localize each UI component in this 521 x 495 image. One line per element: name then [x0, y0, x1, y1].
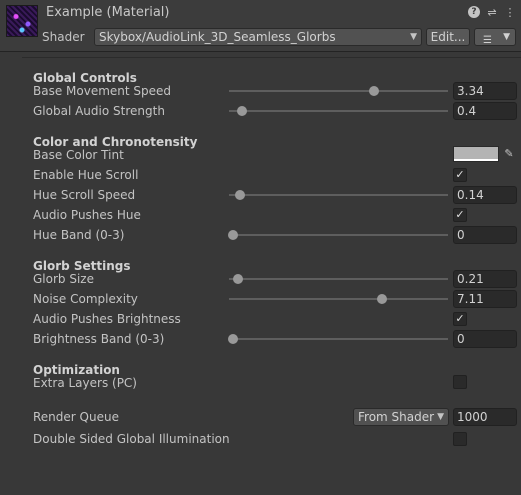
material-header: Example (Material) ? ⇌ ⋮ Shader Skybox/A… — [0, 0, 521, 52]
checkbox-double-sided-gi[interactable] — [453, 432, 467, 446]
shader-dropdown[interactable]: Skybox/AudioLink_3D_Seamless_Glorbs ▼ — [94, 28, 422, 46]
label-hue-band: Hue Band (0-3) — [33, 228, 125, 242]
label-base-movement-speed: Base Movement Speed — [33, 84, 172, 98]
checkbox-extra-layers[interactable] — [453, 375, 467, 389]
slider-thumb[interactable] — [228, 334, 239, 344]
render-queue-dropdown[interactable]: From Shader ▼ — [353, 408, 449, 426]
label-hue-scroll-speed: Hue Scroll Speed — [33, 188, 136, 202]
slider-thumb[interactable] — [237, 106, 248, 116]
label-enable-hue-scroll: Enable Hue Scroll — [33, 168, 139, 182]
checkbox-enable-hue-scroll[interactable]: ✓ — [453, 168, 467, 182]
slider-global-audio-strength[interactable] — [229, 106, 448, 116]
label-extra-layers: Extra Layers (PC) — [33, 376, 137, 390]
slider-thumb[interactable] — [368, 86, 379, 96]
label-base-color-tint: Base Color Tint — [33, 148, 124, 162]
label-brightness-band: Brightness Band (0-3) — [33, 332, 165, 346]
slider-thumb[interactable] — [228, 230, 239, 240]
menu-lines-icon: ☰ — [483, 35, 492, 46]
more-vertical-icon[interactable]: ⋮ — [503, 5, 517, 19]
material-preview-thumbnail — [6, 5, 38, 37]
preset-sliders-icon[interactable]: ⇌ — [485, 5, 499, 19]
label-global-audio-strength: Global Audio Strength — [33, 104, 165, 118]
field-hue-band[interactable]: 0 — [453, 226, 517, 244]
render-queue-mode: From Shader — [358, 410, 435, 424]
slider-glorb-size[interactable] — [229, 274, 448, 284]
shader-dropdown-value: Skybox/AudioLink_3D_Seamless_Glorbs — [99, 30, 336, 44]
header-icons: ? ⇌ ⋮ — [467, 5, 517, 19]
chevron-down-icon: ▼ — [503, 32, 510, 42]
divider — [22, 57, 521, 58]
chevron-down-icon: ▼ — [410, 32, 417, 42]
slider-noise-complexity[interactable] — [229, 294, 448, 304]
checkbox-audio-pushes-hue[interactable]: ✓ — [453, 208, 467, 222]
chevron-down-icon: ▼ — [437, 412, 444, 422]
color-swatch-base-tint[interactable] — [453, 146, 499, 162]
slider-brightness-band[interactable] — [228, 334, 448, 344]
section-title-global-controls: Global Controls — [33, 71, 137, 85]
label-glorb-size: Glorb Size — [33, 272, 94, 286]
checkbox-audio-pushes-brightness[interactable]: ✓ — [453, 312, 467, 326]
label-audio-pushes-hue: Audio Pushes Hue — [33, 208, 141, 222]
slider-hue-band[interactable] — [228, 230, 448, 240]
field-global-audio-strength[interactable]: 0.4 — [453, 102, 517, 120]
label-audio-pushes-brightness: Audio Pushes Brightness — [33, 312, 181, 326]
field-brightness-band[interactable]: 0 — [453, 330, 517, 348]
section-title-optimization: Optimization — [33, 363, 120, 377]
label-render-queue: Render Queue — [33, 410, 119, 424]
slider-thumb[interactable] — [232, 274, 243, 284]
field-base-movement-speed[interactable]: 3.34 — [453, 82, 517, 100]
section-title-color: Color and Chronotensity — [33, 135, 198, 149]
eyedropper-icon[interactable]: ✎ — [502, 147, 516, 161]
field-render-queue[interactable]: 1000 — [453, 408, 517, 426]
field-glorb-size[interactable]: 0.21 — [453, 270, 517, 288]
alpha-bar — [454, 159, 498, 161]
field-noise-complexity[interactable]: 7.11 — [453, 290, 517, 308]
section-title-glorb: Glorb Settings — [33, 259, 131, 273]
shader-menu-button[interactable]: ☰ ▼ — [474, 28, 516, 46]
edit-shader-button[interactable]: Edit... — [426, 28, 470, 46]
slider-hue-scroll-speed[interactable] — [229, 190, 448, 200]
material-title: Example (Material) — [46, 5, 170, 20]
label-double-sided-gi: Double Sided Global Illumination — [33, 432, 230, 446]
shader-label: Shader — [42, 30, 85, 44]
field-hue-scroll-speed[interactable]: 0.14 — [453, 186, 517, 204]
help-icon[interactable]: ? — [467, 5, 481, 19]
slider-thumb[interactable] — [377, 294, 388, 304]
slider-thumb[interactable] — [234, 190, 245, 200]
label-noise-complexity: Noise Complexity — [33, 292, 138, 306]
slider-base-movement-speed[interactable] — [229, 86, 448, 96]
